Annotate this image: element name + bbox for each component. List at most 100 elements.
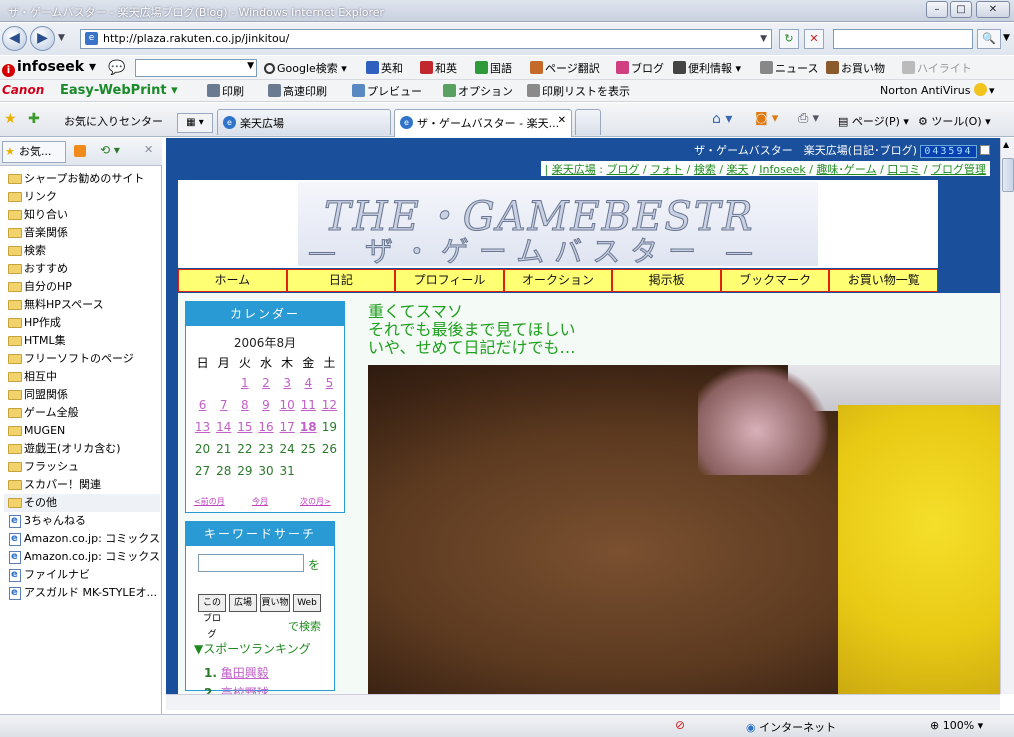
- calendar-day[interactable]: 11: [298, 398, 319, 412]
- favorite-folder[interactable]: フラッシュ: [4, 458, 160, 476]
- calendar-day[interactable]: 7: [213, 398, 234, 412]
- waei-button[interactable]: 和英: [420, 60, 457, 76]
- option-button[interactable]: オプション: [443, 83, 513, 99]
- favorite-folder[interactable]: 検索: [4, 242, 160, 260]
- top-link[interactable]: 楽天: [727, 163, 749, 176]
- favorite-folder[interactable]: その他: [4, 494, 160, 512]
- feeds-icon[interactable]: [74, 145, 86, 157]
- calendar-day[interactable]: 9: [255, 398, 276, 412]
- top-link[interactable]: 検索: [694, 163, 716, 176]
- favorite-link[interactable]: ファイルナビ: [4, 566, 160, 584]
- keyword-input[interactable]: [198, 554, 304, 572]
- search-options-icon[interactable]: ▼: [1003, 33, 1010, 43]
- page-menu[interactable]: ▤ ページ(P) ▾: [838, 113, 909, 129]
- top-link[interactable]: ブログ: [606, 163, 639, 176]
- stop-button[interactable]: ✕: [804, 29, 824, 49]
- favorite-folder[interactable]: HTML集: [4, 332, 160, 350]
- infoseek-logo[interactable]: i infoseek ▾: [2, 59, 96, 77]
- this-month-link[interactable]: 今月: [252, 496, 268, 507]
- search-go-button[interactable]: 🔍: [977, 29, 1001, 49]
- print-button[interactable]: 印刷: [207, 83, 244, 99]
- kokugo-button[interactable]: 国語: [475, 60, 512, 76]
- tools-menu[interactable]: ⚙ ツール(O) ▾: [918, 113, 991, 129]
- highlight-button[interactable]: ハイライト: [902, 60, 972, 76]
- ranking-link[interactable]: 高校野球: [221, 686, 269, 694]
- page-translate-button[interactable]: ページ翻訳: [530, 60, 600, 76]
- blocked-icon[interactable]: ⊘: [675, 718, 685, 732]
- minimize-button[interactable]: –: [926, 1, 948, 18]
- favorite-link[interactable]: Amazon.co.jp: コミックス...: [4, 548, 160, 566]
- favorite-link[interactable]: 3ちゃんねる: [4, 512, 160, 530]
- forward-button[interactable]: ▶: [30, 26, 55, 51]
- kaimono-button[interactable]: お買い物: [826, 60, 885, 76]
- calendar-day[interactable]: 5: [319, 376, 340, 390]
- top-link[interactable]: 口コミ: [887, 163, 920, 176]
- favorite-folder[interactable]: 知り合い: [4, 206, 160, 224]
- infoseek-search-input[interactable]: ▼: [135, 59, 257, 77]
- menu-item[interactable]: ブックマーク: [720, 269, 830, 292]
- close-window-button[interactable]: ✕: [976, 1, 1010, 18]
- calendar-day[interactable]: 10: [277, 398, 298, 412]
- calendar-day[interactable]: 8: [234, 398, 255, 412]
- close-pane-button[interactable]: ✕: [144, 143, 153, 156]
- favorite-folder[interactable]: 自分のHP: [4, 278, 160, 296]
- easy-webprint-menu[interactable]: Easy-WebPrint ▾: [60, 83, 178, 98]
- next-month-link[interactable]: 次の月>: [300, 496, 331, 507]
- calendar-day[interactable]: 15: [234, 420, 255, 434]
- refresh-button[interactable]: ↻: [779, 29, 799, 49]
- scroll-thumb[interactable]: [1002, 158, 1014, 192]
- print-list-button[interactable]: 印刷リストを表示: [527, 83, 630, 99]
- print-icon[interactable]: ⎙ ▾: [798, 111, 819, 126]
- favorite-folder[interactable]: 音楽関係: [4, 224, 160, 242]
- top-link[interactable]: 趣味･ゲーム: [816, 163, 876, 176]
- calendar-day[interactable]: 12: [319, 398, 340, 412]
- calendar-day[interactable]: 18: [298, 420, 319, 434]
- calendar-day[interactable]: 1: [234, 376, 255, 390]
- favorite-folder[interactable]: ゲーム全般: [4, 404, 160, 422]
- back-button[interactable]: ◀: [2, 26, 27, 51]
- live-search-input[interactable]: [833, 29, 973, 49]
- address-bar[interactable]: e http://plaza.rakuten.co.jp/jinkitou/ ▼: [80, 29, 772, 49]
- ranking-link[interactable]: 亀田興毅: [221, 666, 269, 680]
- quick-tabs-button[interactable]: ▦ ▾: [177, 113, 213, 133]
- favorite-folder[interactable]: 同盟関係: [4, 386, 160, 404]
- top-link[interactable]: フォト: [650, 163, 683, 176]
- rss-feed-icon[interactable]: ◙ ▾: [755, 111, 778, 126]
- prev-month-link[interactable]: <前の月: [194, 496, 225, 507]
- menu-item[interactable]: 日記: [286, 269, 396, 292]
- top-link[interactable]: 楽天広場: [552, 163, 596, 176]
- top-link[interactable]: Infoseek: [759, 163, 805, 176]
- favorites-star-icon[interactable]: ★: [4, 111, 17, 127]
- favorite-folder[interactable]: HP作成: [4, 314, 160, 332]
- calendar-day[interactable]: 17: [277, 420, 298, 434]
- zoom-control[interactable]: ⊕ 100% ▾: [930, 719, 983, 732]
- google-search-button[interactable]: Google検索 ▾: [264, 60, 347, 76]
- tab-game-buster[interactable]: e ザ・ゲームバスター - 楽天... ✕: [394, 109, 572, 137]
- favorite-folder[interactable]: リンク: [4, 188, 160, 206]
- new-tab-button[interactable]: [575, 109, 601, 135]
- calendar-day[interactable]: 16: [255, 420, 276, 434]
- search-web-button[interactable]: Web: [293, 594, 321, 612]
- calendar-day[interactable]: 3: [277, 376, 298, 390]
- favorite-folder[interactable]: シャープお勧めのサイト: [4, 170, 160, 188]
- calendar-day[interactable]: 14: [213, 420, 234, 434]
- history-icon[interactable]: ⟲ ▾: [100, 143, 120, 157]
- calendar-day[interactable]: 2: [255, 376, 276, 390]
- maximize-button[interactable]: □: [950, 1, 972, 18]
- benri-button[interactable]: 便利情報 ▾: [673, 60, 741, 76]
- add-favorite-icon[interactable]: ✚: [28, 111, 40, 127]
- norton-antivirus-menu[interactable]: Norton AntiVirus ▾: [880, 83, 994, 97]
- favorite-link[interactable]: アスガルド MK-STYLEオ...: [4, 584, 160, 602]
- favorite-link[interactable]: Amazon.co.jp: コミックス...: [4, 530, 160, 548]
- menu-item[interactable]: 掲示板: [612, 269, 721, 292]
- favorites-button[interactable]: ★ お気...: [2, 141, 66, 163]
- home-icon[interactable]: ⌂ ▾: [712, 111, 732, 127]
- top-link[interactable]: ブログ管理: [931, 163, 986, 176]
- search-blog-button[interactable]: このブログ: [198, 594, 226, 640]
- menu-item[interactable]: ホーム: [178, 269, 287, 292]
- scroll-up-icon[interactable]: ▲: [1003, 140, 1009, 149]
- favorites-center-label[interactable]: お気に入りセンター: [64, 113, 163, 129]
- menu-item[interactable]: プロフィール: [395, 269, 504, 292]
- calendar-day[interactable]: 13: [192, 420, 213, 434]
- blog-button[interactable]: ブログ: [616, 60, 664, 76]
